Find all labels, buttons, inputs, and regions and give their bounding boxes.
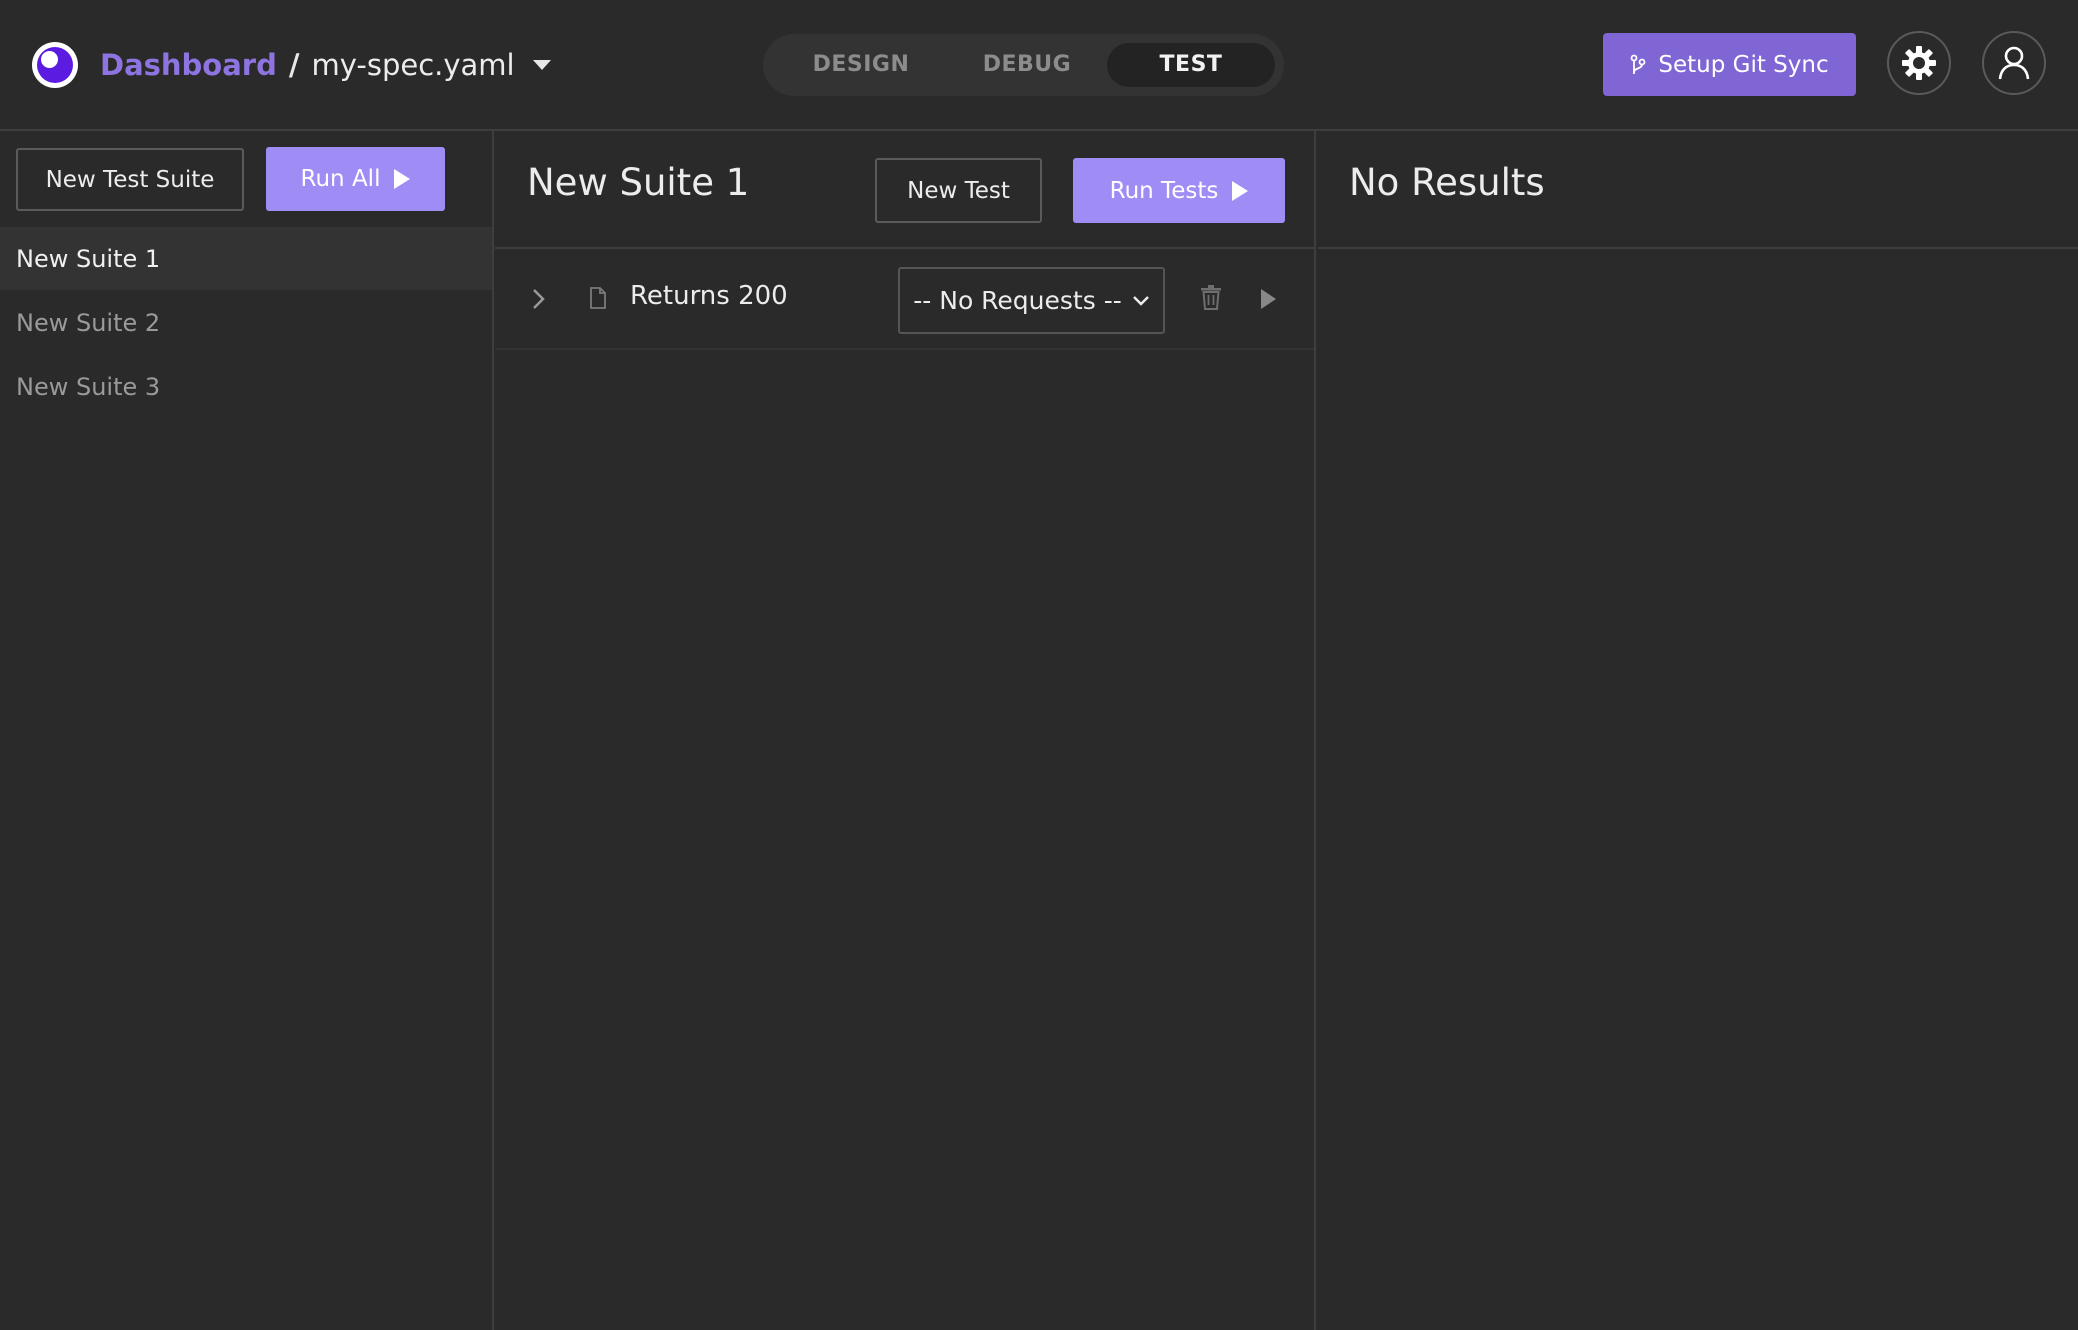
suite-header: New Suite 1 New Test Run Tests	[495, 131, 1314, 249]
app-header: Dashboard / my-spec.yaml DESIGN DEBUG TE…	[0, 0, 2078, 131]
trash-icon[interactable]	[1200, 284, 1222, 310]
tab-debug[interactable]: DEBUG	[953, 43, 1101, 87]
chevron-down-icon	[1132, 295, 1150, 307]
insomnia-logo-icon[interactable]	[32, 42, 78, 88]
breadcrumb-file[interactable]: my-spec.yaml	[311, 48, 514, 82]
request-select[interactable]: -- No Requests --	[898, 267, 1165, 334]
suite-item-new-suite-3[interactable]: New Suite 3	[0, 355, 492, 418]
user-icon	[1998, 46, 2030, 80]
play-icon	[1232, 180, 1249, 201]
setup-git-sync-button[interactable]: Setup Git Sync	[1603, 33, 1856, 96]
file-icon	[590, 287, 606, 309]
activity-tabs: DESIGN DEBUG TEST	[763, 34, 1284, 96]
results-pane: No Results	[1318, 131, 2078, 1330]
suite-item-new-suite-1[interactable]: New Suite 1	[0, 227, 492, 290]
run-all-button[interactable]: Run All	[266, 147, 445, 211]
run-tests-label: Run Tests	[1109, 177, 1219, 204]
breadcrumb-dashboard-link[interactable]: Dashboard	[100, 48, 277, 82]
gear-icon	[1902, 46, 1936, 80]
chevron-right-icon[interactable]	[527, 288, 549, 310]
test-suite-sidebar: New Test Suite Run All New Suite 1 New S…	[0, 131, 494, 1330]
play-icon	[394, 169, 411, 189]
account-button[interactable]	[1982, 31, 2046, 95]
caret-down-icon[interactable]	[532, 60, 551, 70]
new-test-suite-button[interactable]: New Test Suite	[16, 148, 244, 211]
run-tests-button[interactable]: Run Tests	[1073, 158, 1285, 223]
play-icon[interactable]	[1261, 289, 1276, 309]
test-row: Returns 200 -- No Requests --	[495, 249, 1314, 350]
suite-item-new-suite-2[interactable]: New Suite 2	[0, 291, 492, 354]
git-branch-icon	[1630, 54, 1646, 76]
tab-design[interactable]: DESIGN	[787, 43, 935, 87]
setup-git-sync-label: Setup Git Sync	[1658, 51, 1829, 78]
test-name[interactable]: Returns 200	[630, 281, 788, 311]
request-select-value: -- No Requests --	[913, 286, 1122, 315]
breadcrumb: Dashboard / my-spec.yaml	[100, 42, 551, 88]
settings-button[interactable]	[1887, 31, 1951, 95]
new-test-button[interactable]: New Test	[875, 158, 1042, 223]
breadcrumb-separator: /	[288, 48, 300, 82]
run-all-label: Run All	[300, 166, 381, 192]
suite-pane: New Suite 1 New Test Run Tests Returns 2…	[495, 131, 1316, 1330]
tab-test[interactable]: TEST	[1107, 43, 1275, 87]
results-title: No Results	[1349, 161, 1545, 204]
results-header: No Results	[1318, 131, 2078, 249]
suite-title: New Suite 1	[527, 161, 750, 204]
